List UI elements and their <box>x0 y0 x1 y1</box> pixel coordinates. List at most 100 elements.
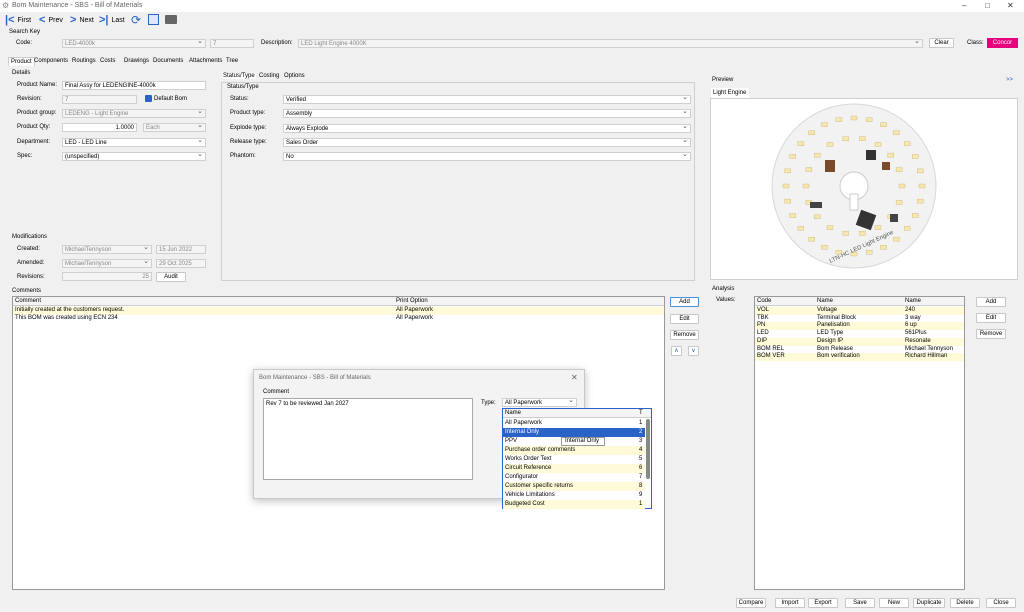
close-button[interactable]: Close <box>986 598 1016 608</box>
created-date-field[interactable]: 15 Jun 2022 <box>156 245 206 254</box>
compare-button[interactable]: Compare <box>736 598 766 608</box>
delete-button[interactable]: Delete <box>950 598 980 608</box>
move-down-button[interactable]: ∨ <box>688 346 699 356</box>
prev-button[interactable]: < Prev <box>39 13 63 27</box>
comment-remove-button[interactable]: Remove <box>670 330 699 340</box>
comment-textarea[interactable]: Rev 7 to be reviewed Jan 2027 <box>263 398 473 480</box>
duplicate-button[interactable]: Duplicate <box>913 598 945 608</box>
type-option[interactable]: Circuit Reference 6 <box>503 464 645 473</box>
tab-attachments[interactable]: Attachments <box>189 58 222 64</box>
move-up-button[interactable]: ∧ <box>671 346 682 356</box>
amended-by-field[interactable]: MichaelTennyson <box>62 259 152 268</box>
analysis-remove-button[interactable]: Remove <box>976 329 1006 339</box>
dropdown-scrollbar[interactable] <box>646 419 650 479</box>
class-badge[interactable]: Concor <box>987 38 1018 48</box>
expand-preview-button[interactable]: >> <box>1006 77 1013 83</box>
tab-routings[interactable]: Routings <box>72 58 96 64</box>
status-tab-1[interactable]: Costing <box>259 73 279 79</box>
toolbar: |< First < Prev > Next >| Last ⟳ <box>0 12 1024 28</box>
status-field-select[interactable]: Verified <box>283 95 691 104</box>
new-button[interactable]: New <box>879 598 909 608</box>
analysis-row[interactable]: BOM VER Bom verification Richard Hillman <box>755 353 964 362</box>
status-field-select[interactable]: Assembly <box>283 109 691 119</box>
refresh-icon[interactable]: ⟳ <box>131 13 141 27</box>
type-option[interactable]: Internal Only 2 <box>503 428 645 437</box>
first-label: First <box>17 16 32 24</box>
revision-field[interactable]: 7 <box>62 95 137 104</box>
type-option[interactable]: Customer specific returns 8 <box>503 482 645 491</box>
status-tab-0[interactable]: Status/Type <box>222 73 256 79</box>
audit-button[interactable]: Audit <box>156 272 186 282</box>
report-icon[interactable] <box>148 14 159 25</box>
modifications-heading: Modifications <box>12 234 48 240</box>
type-option[interactable]: Budgeted Cost 1 <box>503 500 645 509</box>
type-option[interactable]: Vehicle Limitations 9 <box>503 491 645 500</box>
print-option-column-header[interactable]: Print Option <box>396 298 428 304</box>
clear-button[interactable]: Clear <box>929 38 954 48</box>
tab-components[interactable]: Components <box>34 58 68 64</box>
tab-tree[interactable]: Tree <box>226 58 238 64</box>
comment-add-button[interactable]: Add <box>670 297 699 307</box>
amended-date-field[interactable]: 29 Oct 2025 <box>156 259 206 268</box>
tab-drawings[interactable]: Drawings <box>124 58 149 64</box>
dropdown-header: Name T <box>503 409 651 418</box>
analysis-cell: Panelisation <box>817 322 850 329</box>
description-field[interactable]: LED Light Engine 4000K <box>298 39 923 48</box>
led-chip <box>821 245 828 250</box>
product-group-select[interactable]: LEDENG - Light Engine <box>62 109 206 118</box>
tab-documents[interactable]: Documents <box>153 58 183 64</box>
product-qty-field[interactable]: 1.0000 <box>62 123 137 132</box>
light-engine-tab[interactable]: Light Engine <box>711 88 749 98</box>
product-name-field[interactable]: Final Assy for LEDENGINE-4000k <box>62 81 206 90</box>
comments-header: Comment Print Option <box>13 297 664 306</box>
type-option[interactable]: Purchase order comments 4 <box>503 446 645 455</box>
type-option[interactable]: All Paperwork 1 <box>503 419 645 428</box>
default-bom-checkbox[interactable] <box>145 95 152 102</box>
analysis-edit-button[interactable]: Edit <box>976 313 1006 323</box>
import-button[interactable]: Import <box>775 598 805 608</box>
type-select[interactable]: All Paperwork <box>502 398 577 407</box>
type-option-id: 5 <box>639 456 643 462</box>
type-option-id: 7 <box>639 474 643 480</box>
comment-row[interactable]: This BOM was created using ECN 234 All Pa… <box>13 315 664 323</box>
status-field-select[interactable]: Sales Order <box>283 137 691 147</box>
created-by-field[interactable]: MichaelTennyson <box>62 245 152 254</box>
dialog-close-button[interactable]: ✕ <box>571 373 578 382</box>
led-chip <box>880 245 887 250</box>
save-button[interactable]: Save <box>845 598 875 608</box>
value-column-header[interactable]: Name <box>905 298 921 304</box>
last-button[interactable]: >| Last <box>99 13 125 27</box>
export-button[interactable]: Export <box>808 598 838 608</box>
status-field-select[interactable]: No <box>283 152 691 162</box>
code-column-header[interactable]: Code <box>757 298 771 304</box>
status-tab-2[interactable]: Options <box>284 73 305 79</box>
analysis-add-button[interactable]: Add <box>976 297 1006 307</box>
class-label: Class: <box>967 40 984 46</box>
maximize-button[interactable]: □ <box>985 1 990 10</box>
minimize-button[interactable]: – <box>962 1 966 10</box>
type-option[interactable]: Works Order Text 5 <box>503 455 645 464</box>
name-column-header[interactable]: Name <box>817 298 833 304</box>
comment-edit-button[interactable]: Edit <box>670 314 699 324</box>
tab-costs[interactable]: Costs <box>100 58 115 64</box>
analysis-cell: LED Type <box>817 330 844 337</box>
comment-column-header[interactable]: Comment <box>15 298 41 304</box>
dialog-comment-label: Comment <box>263 389 290 395</box>
led-chip <box>797 226 805 231</box>
code-field[interactable]: LED-4000k <box>62 39 206 48</box>
values-label: Values: <box>716 297 736 303</box>
department-select[interactable]: LED - LED Line <box>62 138 206 147</box>
next-button[interactable]: > Next <box>70 13 94 27</box>
unit-select[interactable]: Each <box>143 123 206 132</box>
code-revision-field[interactable]: 7 <box>210 39 254 48</box>
first-button[interactable]: |< First <box>5 13 31 27</box>
status-field-select[interactable]: Always Explode <box>283 123 691 133</box>
spec-select[interactable]: (unspecified) <box>62 152 206 161</box>
tab-product[interactable]: Product <box>8 57 35 66</box>
print-icon[interactable] <box>165 15 177 24</box>
led-chip <box>895 200 903 205</box>
close-window-button[interactable]: ✕ <box>1007 1 1014 10</box>
type-option[interactable]: Configurator 7 <box>503 473 645 482</box>
comment-row[interactable]: Initially created at the customers reque… <box>13 307 664 315</box>
type-option-id: 3 <box>639 438 643 444</box>
